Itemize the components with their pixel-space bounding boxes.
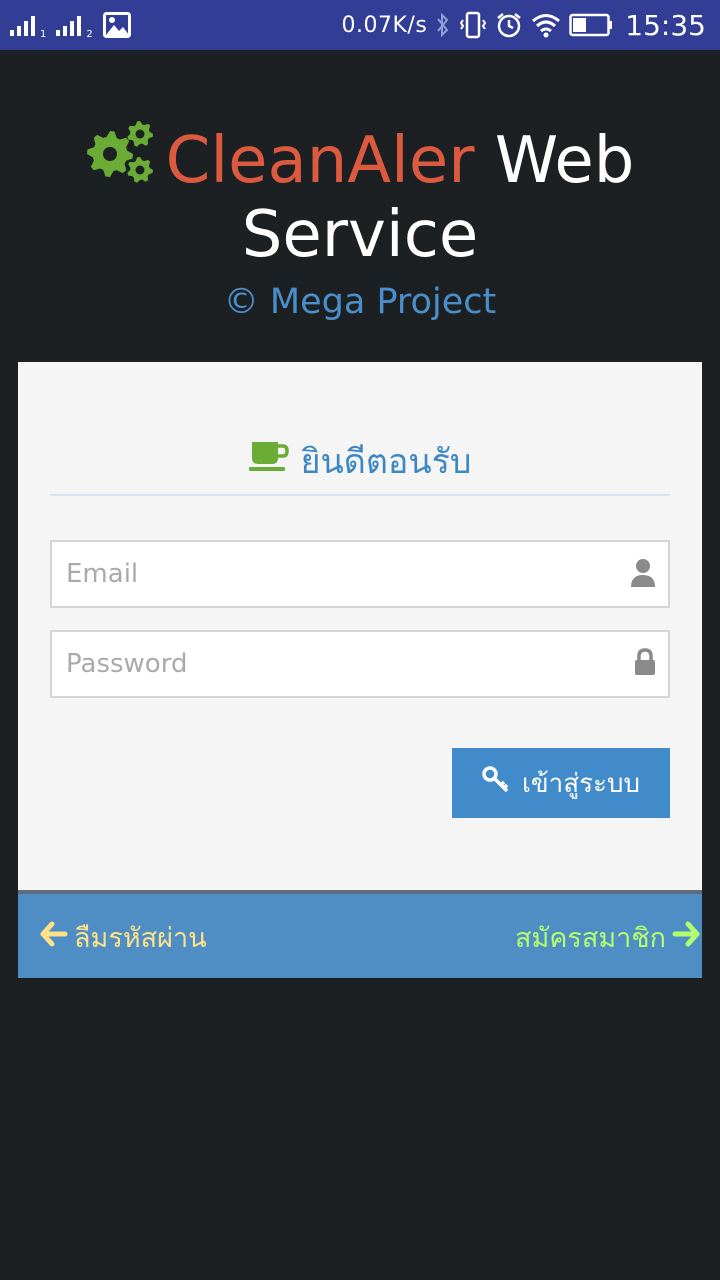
key-icon [482, 765, 510, 801]
forgot-password-link[interactable]: ลืมรหัสผ่าน [40, 916, 207, 959]
status-bar: 1 2 0.07K/s 15:35 [0, 0, 720, 50]
gears-icon [86, 120, 156, 199]
login-button[interactable]: เข้าสู่ระบบ [452, 748, 670, 818]
battery-icon [569, 13, 613, 37]
login-card: ยินดีตอนรับ เข้าสู่ระบบ [18, 362, 702, 890]
app-title-line2: Service [241, 198, 479, 272]
app-title-web: Web [494, 124, 635, 198]
sim1-label: 1 [40, 29, 47, 40]
app-title-clean: CleanAler [165, 124, 475, 198]
email-field[interactable] [50, 540, 670, 608]
image-notification-icon [102, 12, 131, 38]
lock-icon [634, 648, 656, 680]
sim1-signal-icon: 1 [10, 14, 46, 40]
sim2-label: 2 [86, 29, 93, 40]
register-link[interactable]: สมัครสมาชิก [515, 916, 700, 959]
register-label: สมัครสมาชิก [515, 923, 666, 954]
welcome-heading-text: ยินดีตอนรับ [300, 442, 472, 482]
login-card-footer: ลืมรหัสผ่าน สมัครสมาชิก [18, 890, 702, 978]
sim2-signal-icon: 2 [56, 14, 93, 40]
arrow-right-icon [672, 920, 700, 955]
alarm-icon [495, 11, 523, 39]
clock: 15:35 [625, 8, 706, 42]
password-field[interactable] [50, 630, 670, 698]
vibrate-icon [459, 11, 487, 39]
coffee-cup-icon [248, 440, 289, 481]
forgot-password-label: ลืมรหัสผ่าน [74, 923, 207, 954]
network-speed: 0.07K/s [341, 12, 428, 38]
app-title-line1: CleanAler Web [0, 120, 720, 199]
email-input[interactable] [52, 542, 612, 606]
password-input[interactable] [52, 632, 612, 696]
user-icon [630, 558, 656, 592]
app-header: CleanAler Web Service [0, 120, 720, 271]
login-button-label: เข้าสู่ระบบ [521, 768, 641, 799]
wifi-icon [531, 12, 561, 38]
arrow-left-icon [40, 920, 68, 955]
welcome-heading: ยินดีตอนรับ [50, 434, 670, 496]
bluetooth-icon [435, 12, 451, 38]
copyright-text: © Mega Project [223, 282, 497, 322]
